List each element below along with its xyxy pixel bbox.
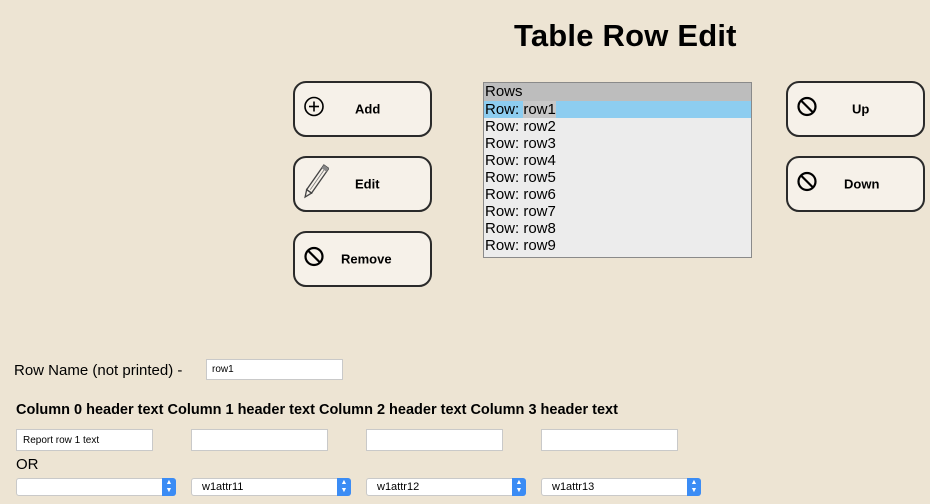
row-name-label: Row Name (not printed) - (14, 362, 183, 379)
rows-list-item-name: row6 (523, 186, 556, 203)
rows-list-item-name: row4 (523, 152, 556, 169)
column-1-header: Column 1 header text (167, 402, 315, 418)
rows-list-item-name: row1 (523, 101, 556, 118)
rows-list-item-prefix: Row: (485, 101, 524, 118)
chevron-updown-icon: ▲ ▼ (687, 478, 701, 496)
rows-list-item-prefix: Row: (485, 135, 524, 152)
rows-list-item[interactable]: Row: row8 (484, 220, 751, 237)
column-3-select-value: w1attr13 (552, 481, 595, 493)
rows-list-item-name: row9 (523, 237, 556, 254)
column-0-text-input[interactable] (16, 429, 153, 451)
column-2-select[interactable]: w1attr12 ▲ ▼ (366, 478, 526, 496)
column-2-select-value: w1attr12 (377, 481, 420, 493)
edit-button-label: Edit (355, 176, 380, 192)
rows-list-item-name: row5 (523, 169, 556, 186)
column-3-text-input[interactable] (541, 429, 678, 451)
add-button[interactable]: Add (293, 81, 432, 137)
column-headers: Column 0 header text Column 1 header tex… (16, 402, 618, 418)
rows-list-item[interactable]: Row: row5 (484, 169, 751, 186)
column-1-select[interactable]: w1attr11 ▲ ▼ (191, 478, 351, 496)
column-0-select[interactable]: ▲ ▼ (16, 478, 176, 496)
rows-listbox[interactable]: Rows Row: row1 Row: row2 Row: row3 Row: row… (483, 82, 752, 258)
rows-list-item-prefix: Row: (485, 152, 524, 169)
up-button-label: Up (852, 101, 870, 117)
column-3-select[interactable]: w1attr13 ▲ ▼ (541, 478, 701, 496)
prohibited-icon (796, 171, 818, 198)
column-1-text-input[interactable] (191, 429, 328, 451)
rows-list-item-name: row8 (523, 220, 556, 237)
rows-list-item-prefix: Row: (485, 237, 524, 254)
rows-list-item[interactable]: Row: row3 (484, 135, 751, 152)
rows-list-item-prefix: Row: (485, 118, 524, 135)
chevron-updown-icon: ▲ ▼ (337, 478, 351, 496)
prohibited-icon (796, 96, 818, 123)
edit-button[interactable]: Edit (293, 156, 432, 212)
plus-circle-icon (303, 96, 325, 123)
prohibited-icon (303, 246, 325, 273)
down-button[interactable]: Down (786, 156, 925, 212)
column-1-select-value: w1attr11 (202, 481, 244, 493)
rows-list-item-prefix: Row: (485, 169, 524, 186)
down-button-label: Down (844, 176, 880, 192)
rows-list-header: Rows (484, 83, 751, 101)
rows-list-item[interactable]: Row: row2 (484, 118, 751, 135)
rows-list-item-prefix: Row: (485, 186, 524, 203)
remove-button-label: Remove (341, 251, 392, 267)
pencil-icon (303, 162, 330, 207)
or-label: OR (16, 456, 39, 473)
column-2-header: Column 2 header text (318, 402, 467, 418)
rows-list-item[interactable]: Row: row1 (484, 101, 751, 118)
remove-button[interactable]: Remove (293, 231, 432, 287)
rows-list-item-name: row7 (523, 203, 556, 220)
up-button[interactable]: Up (786, 81, 925, 137)
rows-list-item[interactable]: Row: row9 (484, 237, 751, 254)
rows-list-item[interactable]: Row: row7 (484, 203, 751, 220)
row-name-input[interactable] (206, 359, 343, 380)
column-2-text-input[interactable] (366, 429, 503, 451)
rows-list-item[interactable]: Row: row6 (484, 186, 751, 203)
column-0-header: Column 0 header text (16, 402, 164, 418)
rows-list-item[interactable]: Row: row4 (484, 152, 751, 169)
add-button-label: Add (355, 101, 381, 117)
rows-list-item-name: row2 (523, 118, 556, 135)
chevron-updown-icon: ▲ ▼ (512, 478, 526, 496)
column-3-header: Column 3 header text (470, 402, 618, 418)
chevron-updown-icon: ▲ ▼ (162, 478, 176, 496)
rows-list-item-name: row3 (523, 135, 556, 152)
page-title: Table Row Edit (514, 18, 737, 53)
rows-list-item-prefix: Row: (485, 203, 524, 220)
rows-list-item-prefix: Row: (485, 220, 524, 237)
